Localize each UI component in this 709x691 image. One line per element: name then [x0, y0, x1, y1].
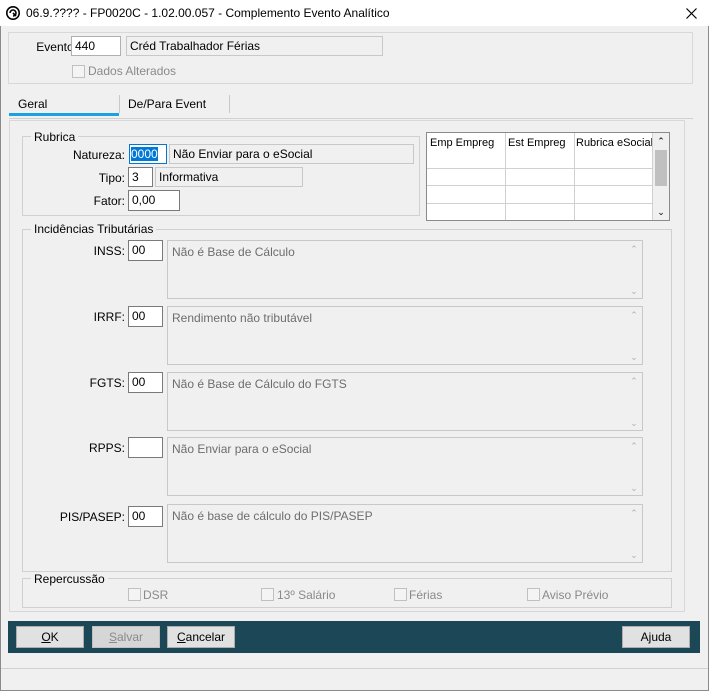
- inss-description-text: Não é Base de Cálculo: [172, 245, 295, 259]
- irrf-description-text: Rendimento não tributável: [172, 311, 313, 325]
- ok-button[interactable]: OK: [16, 626, 84, 648]
- memo-scrollbar[interactable]: ⌃ ⌄: [626, 438, 642, 495]
- rpps-code-field[interactable]: [128, 437, 163, 458]
- natureza-description: Não Enviar para o eSocial: [169, 144, 414, 164]
- scroll-down-icon[interactable]: ⌄: [657, 208, 665, 217]
- memo-scrollbar[interactable]: ⌃ ⌄: [626, 241, 642, 298]
- memo-scrollbar[interactable]: ⌃ ⌄: [626, 505, 642, 562]
- ferias-checkbox[interactable]: [394, 588, 407, 601]
- memo-scrollbar[interactable]: ⌃ ⌄: [626, 373, 642, 430]
- tipo-label: Tipo:: [98, 171, 125, 185]
- tab-de-para-event[interactable]: De/Para Event: [128, 97, 206, 111]
- grid-header-est-empreg[interactable]: Est Empreg: [508, 137, 565, 149]
- aviso-previo-checkbox[interactable]: [527, 588, 540, 601]
- irrf-description: Rendimento não tributável ⌃ ⌄: [167, 306, 643, 365]
- tab-geral-underline: [9, 113, 119, 116]
- evento-description: Créd Trabalhador Férias: [126, 36, 383, 56]
- scroll-down-icon[interactable]: ⌄: [630, 419, 638, 428]
- header-panel: Evento: 440 Créd Trabalhador Férias Dado…: [8, 32, 693, 84]
- cancelar-label-rest: ancelar: [185, 630, 226, 644]
- salvar-label-rest: alvar: [117, 630, 144, 644]
- grid-col-divider: [574, 133, 575, 220]
- 13-salario-label: 13º Salário: [277, 588, 336, 602]
- salvar-button[interactable]: Salvar: [92, 626, 160, 648]
- pis-pasep-label: PIS/PASEP:: [59, 510, 125, 524]
- scroll-up-icon[interactable]: ⌃: [630, 311, 638, 320]
- pis-pasep-description-text: Não é base de cálculo do PIS/PASEP: [172, 509, 373, 523]
- scroll-down-icon[interactable]: ⌄: [630, 287, 638, 296]
- irrf-label: IRRF:: [93, 310, 125, 324]
- status-bar: [1, 668, 708, 690]
- fgts-label: FGTS:: [89, 376, 125, 390]
- natureza-value: 0000: [131, 147, 158, 161]
- tipo-description: Informativa: [155, 167, 303, 187]
- de-para-grid[interactable]: Emp Empreg Est Empreg Rubrica eSocial ⌃ …: [426, 132, 670, 221]
- window-title: 06.9.???? - FP0020C - 1.02.00.057 - Comp…: [26, 6, 390, 20]
- pis-pasep-description: Não é base de cálculo do PIS/PASEP ⌃ ⌄: [167, 504, 643, 563]
- grid-row-divider: [427, 203, 653, 204]
- scroll-down-icon[interactable]: ⌄: [630, 484, 638, 493]
- dsr-checkbox[interactable]: [128, 588, 141, 601]
- grid-scrollbar[interactable]: ⌃ ⌄: [653, 133, 669, 220]
- fgts-description-text: Não é Base de Cálculo do FGTS: [172, 377, 347, 391]
- scroll-up-icon[interactable]: ⌃: [630, 377, 638, 386]
- title-bar: 06.9.???? - FP0020C - 1.02.00.057 - Comp…: [0, 0, 709, 26]
- grid-header-rubrica-esocial[interactable]: Rubrica eSocial: [576, 137, 653, 149]
- pis-pasep-code-field[interactable]: 00: [128, 506, 163, 527]
- ajuda-label-rest: uda: [651, 630, 672, 644]
- grid-header-emp-empreg[interactable]: Emp Empreg: [430, 137, 494, 149]
- ajuda-button[interactable]: Ajuda: [622, 626, 690, 648]
- natureza-field[interactable]: 0000: [129, 144, 167, 164]
- incidencias-group-label: Incidências Tributárias: [31, 222, 157, 236]
- fator-label: Fator:: [93, 194, 125, 208]
- repercussao-group-label: Repercussão: [31, 572, 108, 586]
- dados-alterados-checkbox[interactable]: [72, 65, 85, 78]
- tab-separator: [119, 95, 120, 113]
- aviso-previo-label: Aviso Prévio: [542, 588, 609, 602]
- rpps-description-text: Não Enviar para o eSocial: [172, 442, 312, 456]
- fgts-code-field[interactable]: 00: [128, 372, 163, 393]
- close-button[interactable]: [674, 0, 709, 26]
- natureza-label: Natureza:: [72, 148, 125, 162]
- scroll-up-icon[interactable]: ⌃: [630, 509, 638, 518]
- tab-geral[interactable]: Geral: [18, 97, 47, 111]
- inss-code-field[interactable]: 00: [128, 240, 163, 261]
- scroll-thumb[interactable]: [655, 150, 667, 186]
- grid-col-divider: [505, 133, 506, 220]
- salvar-accelerator: S: [108, 630, 117, 644]
- tipo-field[interactable]: 3: [128, 167, 153, 187]
- scroll-down-icon[interactable]: ⌄: [630, 551, 638, 560]
- scroll-down-icon[interactable]: ⌄: [630, 353, 638, 362]
- grid-row-divider: [427, 168, 653, 169]
- dados-alterados-label: Dados Alterados: [88, 64, 177, 78]
- tab-strip-line: [9, 118, 693, 119]
- dsr-label: DSR: [143, 588, 169, 602]
- cancelar-accelerator: C: [176, 630, 186, 644]
- inss-label: INSS:: [93, 244, 125, 258]
- ok-accelerator: O: [41, 630, 51, 644]
- 13-salario-checkbox[interactable]: [261, 588, 274, 601]
- fgts-description: Não é Base de Cálculo do FGTS ⌃ ⌄: [167, 372, 643, 431]
- ok-label-rest: K: [50, 630, 59, 644]
- scroll-up-icon[interactable]: ⌃: [630, 245, 638, 254]
- tab-separator-2: [229, 95, 230, 113]
- grid-row-divider: [427, 185, 653, 186]
- ajuda-label-head: A: [640, 630, 649, 644]
- ferias-label: Férias: [409, 588, 443, 602]
- cancelar-button[interactable]: Cancelar: [167, 626, 235, 648]
- rubrica-group-label: Rubrica: [31, 130, 79, 144]
- fator-field[interactable]: 0,00: [128, 190, 180, 211]
- inss-description: Não é Base de Cálculo ⌃ ⌄: [167, 240, 643, 299]
- app-icon: [6, 6, 20, 20]
- evento-code-field[interactable]: 440: [71, 36, 121, 56]
- memo-scrollbar[interactable]: ⌃ ⌄: [626, 307, 642, 364]
- evento-label: Evento:: [36, 40, 77, 54]
- close-icon: [686, 7, 697, 19]
- scroll-up-icon[interactable]: ⌃: [657, 137, 665, 146]
- rpps-label: RPPS:: [88, 441, 125, 455]
- scroll-up-icon[interactable]: ⌃: [630, 442, 638, 451]
- irrf-code-field[interactable]: 00: [128, 306, 163, 327]
- rpps-description: Não Enviar para o eSocial ⌃ ⌄: [167, 437, 643, 496]
